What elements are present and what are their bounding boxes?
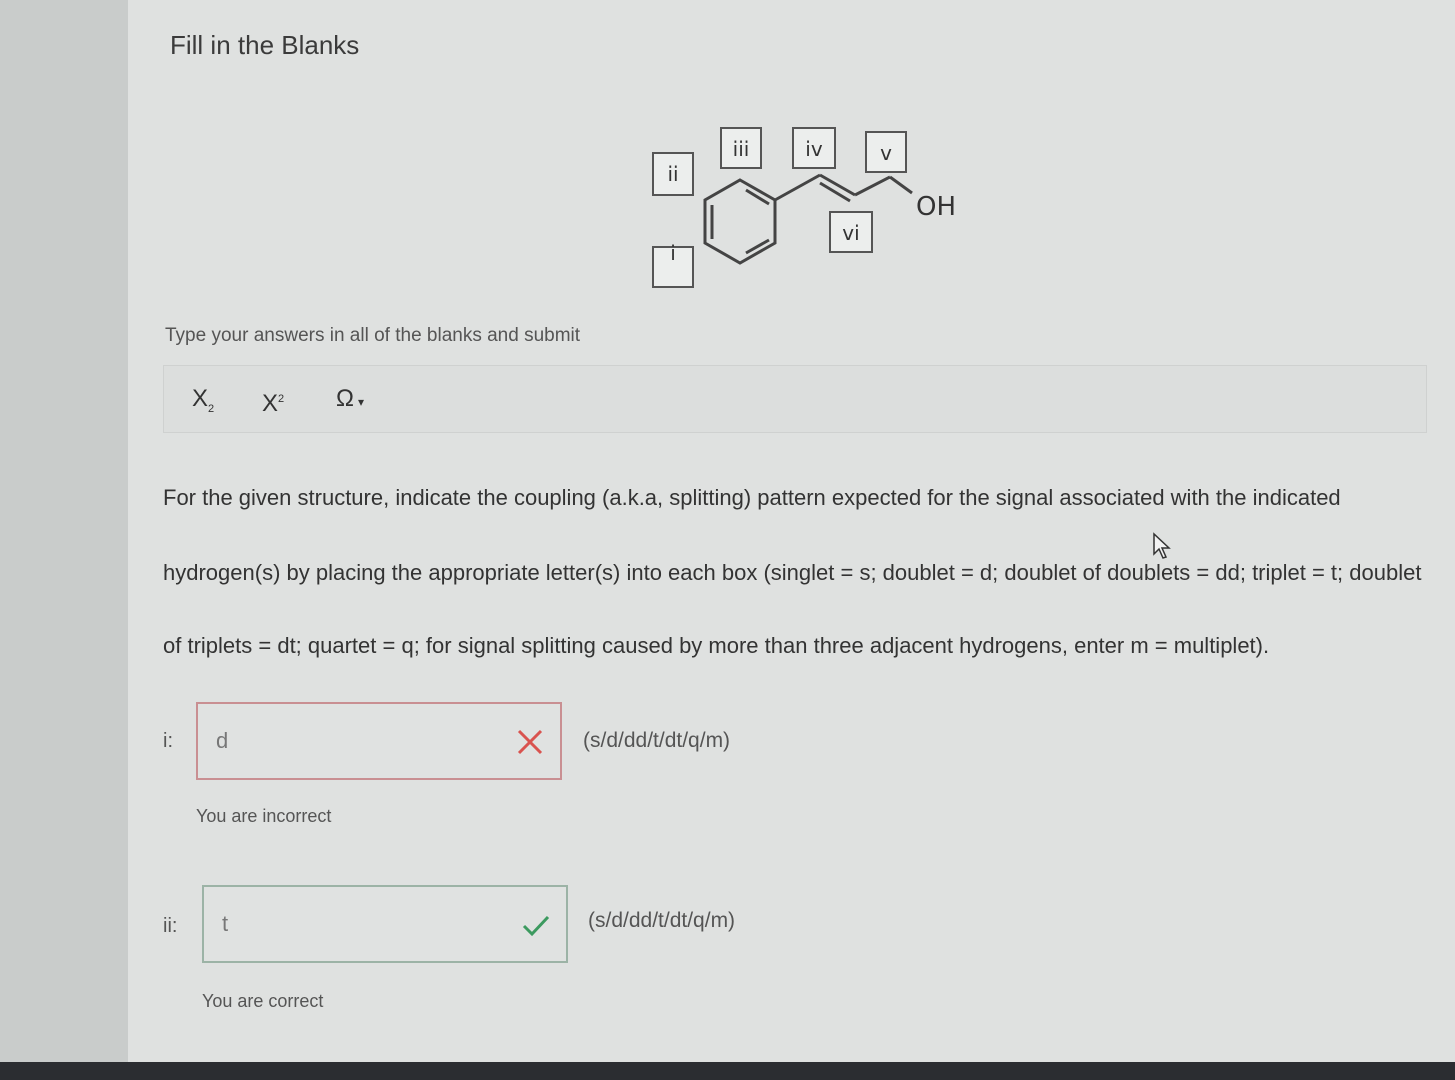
chemical-structure: i ii iii iv v vi OH — [640, 115, 980, 305]
superscript-button[interactable]: X2 — [262, 384, 285, 417]
special-characters-button[interactable]: Ω ▾ — [336, 384, 364, 414]
format-hint-ii: (s/d/dd/t/dt/q/m) — [588, 909, 736, 932]
answer-value-ii: t — [222, 911, 229, 936]
instruction-text: Type your answers in all of the blanks a… — [165, 325, 581, 346]
superscript-glyph: X — [262, 390, 279, 417]
label-iii: iii — [733, 137, 750, 161]
correct-check-icon — [522, 915, 550, 937]
label-i: i — [670, 241, 676, 265]
label-ii: ii — [667, 162, 678, 186]
structure-drawing: i ii iii iv v vi OH — [652, 127, 956, 288]
incorrect-x-icon — [517, 729, 543, 755]
label-vi: vi — [842, 221, 859, 245]
answer-input-i[interactable]: d — [196, 702, 562, 780]
omega-icon: Ω — [336, 385, 354, 412]
answer-value-i: d — [216, 728, 229, 753]
subscript-glyph: X — [192, 385, 209, 412]
answer-label-i: i: — [163, 730, 173, 752]
label-iv: iv — [805, 137, 823, 161]
oh-group: OH — [916, 192, 956, 222]
superscript-mark: 2 — [278, 393, 285, 405]
subscript-mark: 2 — [208, 402, 215, 415]
page-title: Fill in the Blanks — [170, 30, 360, 60]
taskbar — [0, 1062, 1455, 1080]
label-v: v — [880, 141, 892, 165]
subscript-button[interactable]: X2 — [192, 384, 215, 415]
answer-input-ii[interactable]: t — [202, 885, 568, 963]
chevron-down-icon: ▾ — [357, 395, 364, 409]
feedback-ii: You are correct — [202, 991, 324, 1011]
format-hint-i: (s/d/dd/t/dt/q/m) — [583, 729, 731, 752]
answer-label-ii: ii: — [163, 915, 178, 937]
mouse-cursor-icon — [1153, 532, 1171, 559]
left-gutter — [0, 0, 128, 1080]
question-line-2: hydrogen(s) by placing the appropriate l… — [163, 560, 1422, 585]
question-line-1: For the given structure, indicate the co… — [163, 485, 1341, 510]
question-line-3: of triplets = dt; quartet = q; for signa… — [163, 633, 1270, 658]
feedback-i: You are incorrect — [196, 806, 332, 826]
editor-toolbar: X2 X2 Ω ▾ — [163, 365, 1427, 433]
